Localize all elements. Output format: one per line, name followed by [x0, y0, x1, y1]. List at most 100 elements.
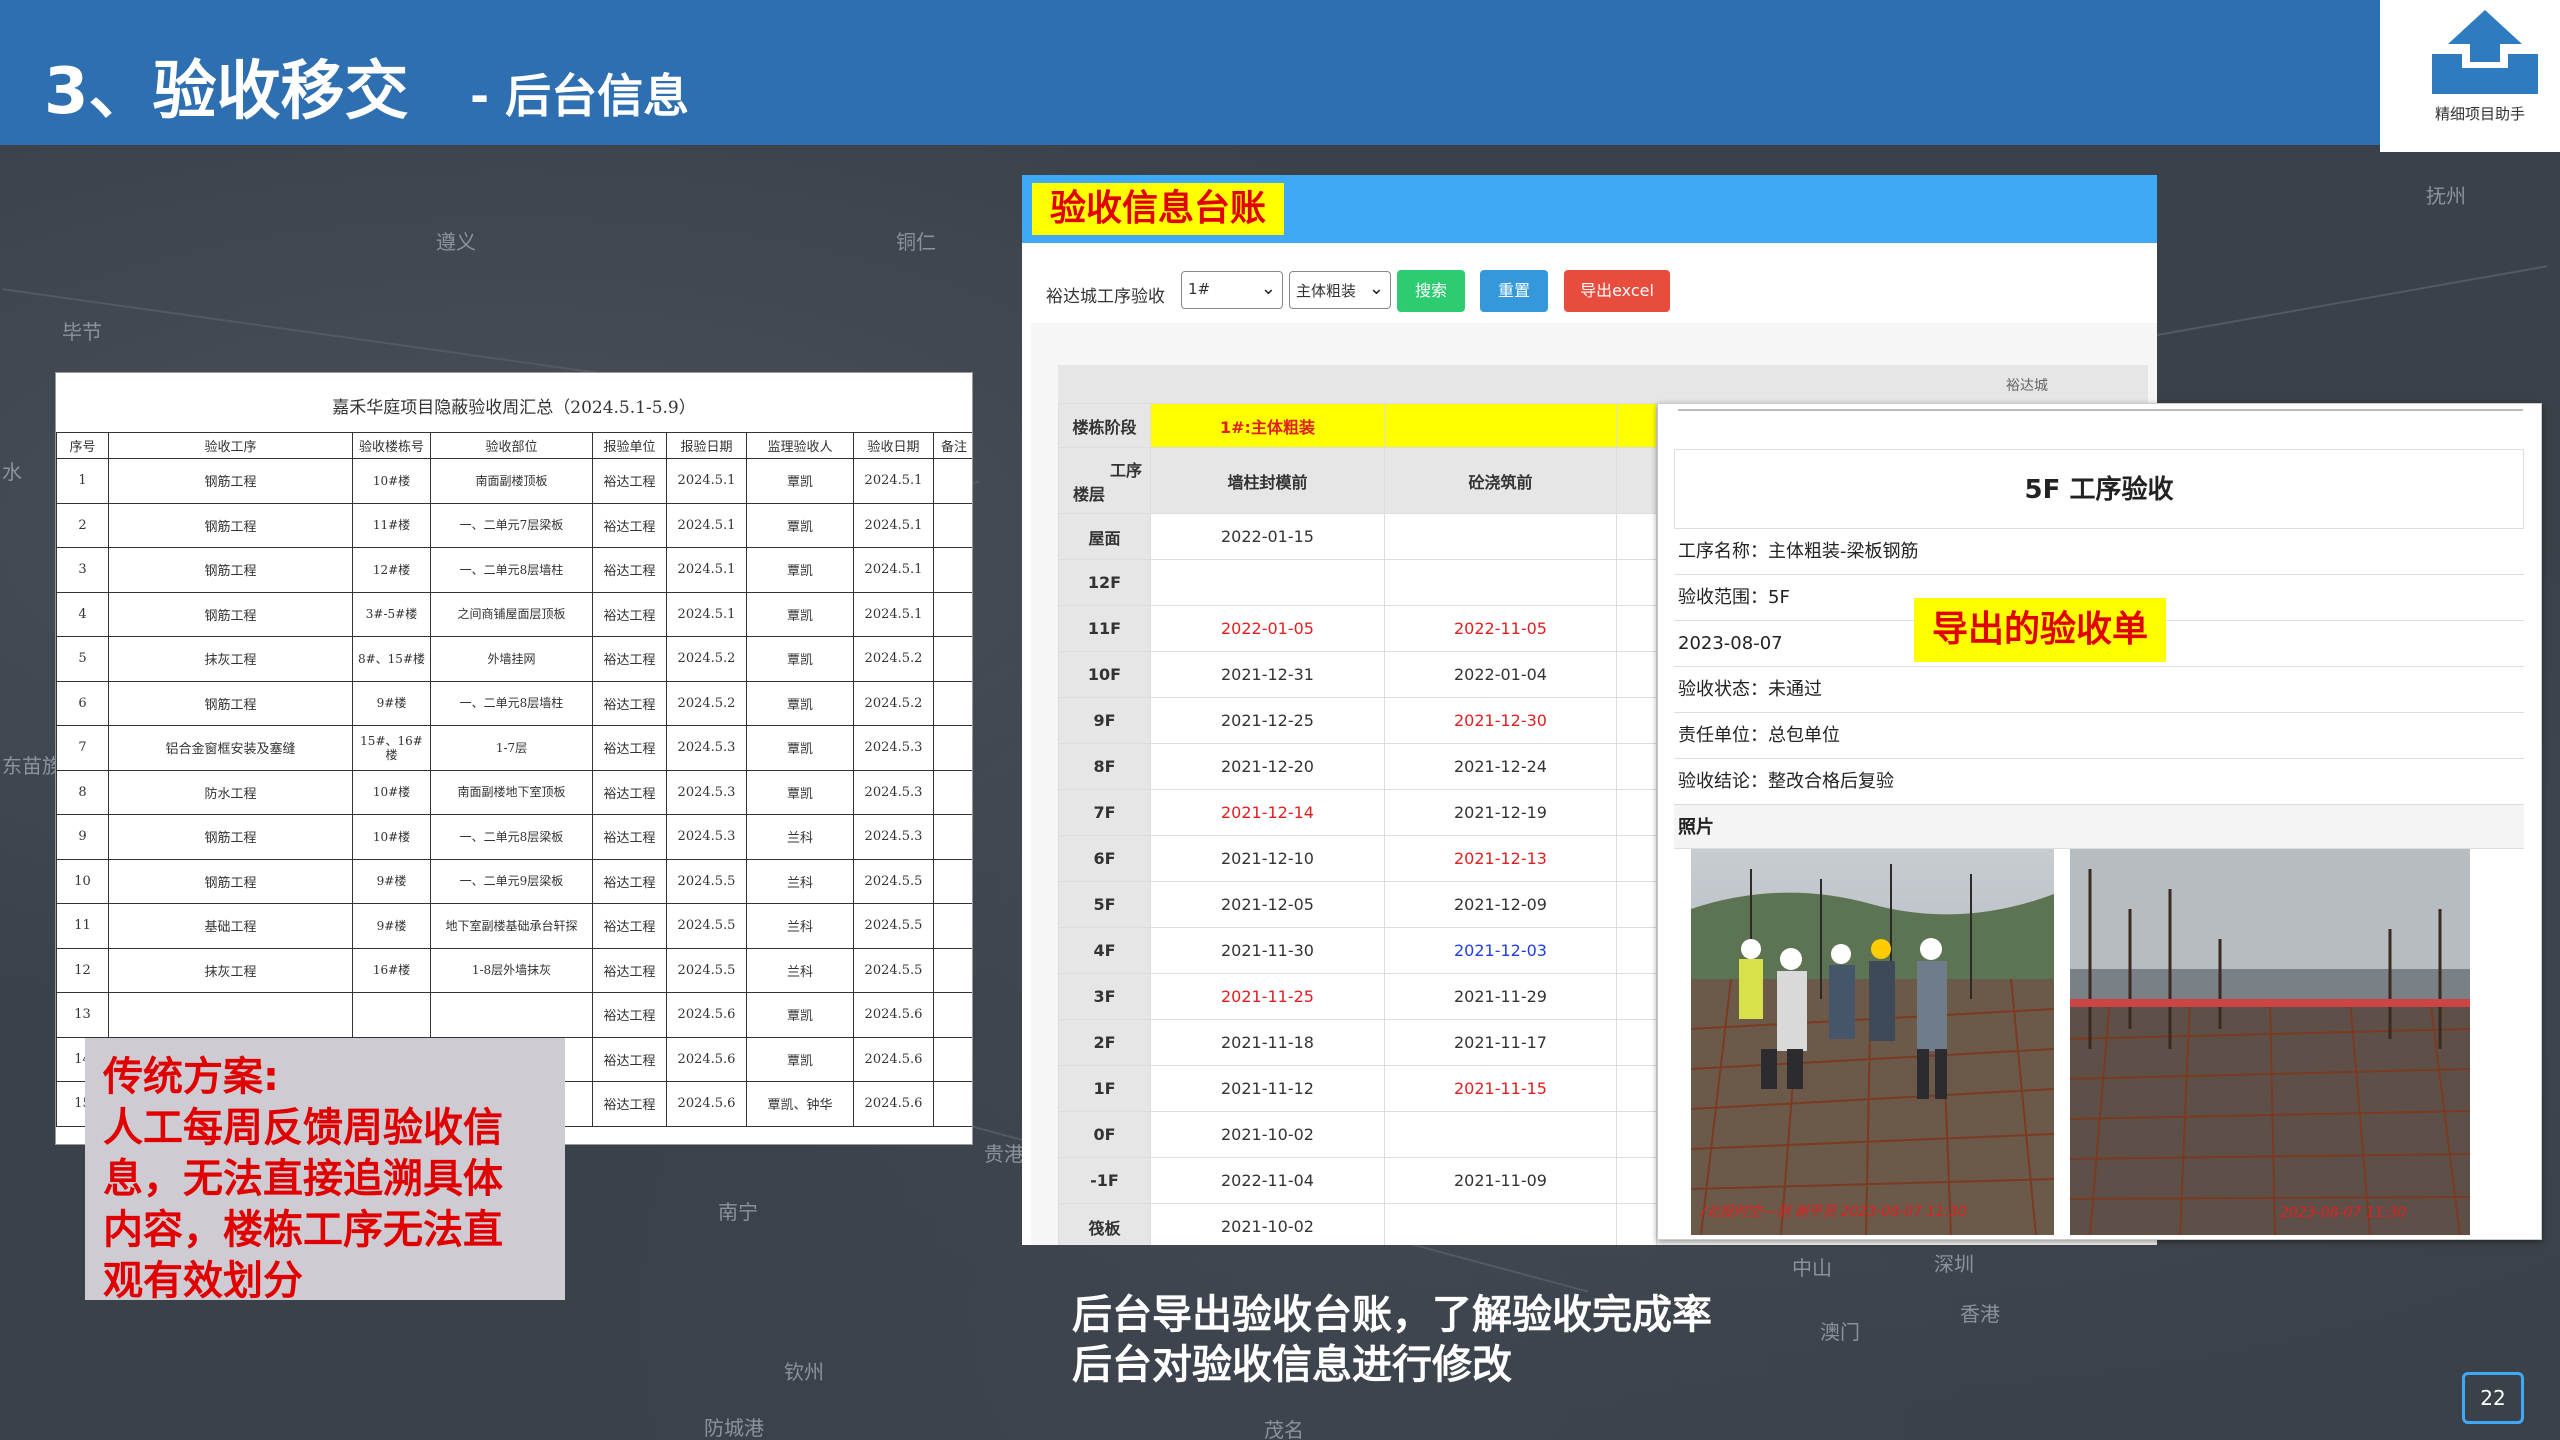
floor-label: 3F [1058, 973, 1151, 1020]
ledger-row: 0F 2021-10-02 [1058, 1111, 1657, 1158]
caption-line: 后台导出验收台账，了解验收完成率 [1072, 1292, 1712, 1338]
date-cell[interactable]: 2021-11-30 [1150, 927, 1385, 974]
table-header-row: 序号 验收工序 验收楼栋号 验收部位 报验单位 报验日期 监理验收人 验收日期 … [56, 432, 972, 459]
table-cell: 一、二单元9层梁板 [430, 858, 593, 904]
date-cell[interactable]: 2021-11-25 [1150, 973, 1385, 1020]
floor-label: 2F [1058, 1019, 1151, 1066]
export-excel-button[interactable]: 导出excel [1564, 270, 1670, 312]
ledger-row: 筏板 2021-10-02 [1058, 1203, 1657, 1245]
date-cell[interactable]: 2022-01-04 [1384, 651, 1617, 698]
date-cell[interactable]: 2021-12-20 [1150, 743, 1385, 790]
date-cell[interactable]: 2021-12-24 [1384, 743, 1617, 790]
site-photo-1[interactable]: /北投时空—测 谢平员 2023-08-07 11:30 [1691, 849, 2054, 1235]
empty-cell [1616, 1111, 1657, 1158]
date-cell[interactable]: 2021-12-30 [1384, 697, 1617, 744]
upload-house-icon [2432, 10, 2538, 94]
date-cell[interactable]: 2022-11-05 [1384, 605, 1617, 652]
date-cell[interactable]: 2021-12-19 [1384, 789, 1617, 836]
table-cell: 2024.5.5 [853, 858, 934, 904]
date-cell[interactable]: 2021-12-05 [1150, 881, 1385, 928]
corner-header: 工序 楼层 [1058, 447, 1151, 514]
date-cell[interactable]: 2021-12-25 [1150, 697, 1385, 744]
date-cell[interactable] [1150, 559, 1385, 606]
table-cell: 覃凯 [746, 502, 854, 548]
table-cell: 覃凯 [746, 725, 854, 771]
date-cell[interactable]: 2021-11-17 [1384, 1019, 1617, 1066]
date-cell[interactable]: 2021-11-12 [1150, 1065, 1385, 1112]
table-cell [933, 1036, 972, 1082]
ledger-row: 2F 2021-11-18 2021-11-17 [1058, 1019, 1657, 1066]
date-cell[interactable] [1384, 559, 1617, 606]
ledger-row: 9F 2021-12-25 2021-12-30 [1058, 697, 1657, 744]
search-button[interactable]: 搜索 [1397, 270, 1465, 312]
map-label: 防城港 [704, 1416, 764, 1440]
page-title: 3、验收移交 [44, 55, 409, 129]
reset-button[interactable]: 重置 [1480, 270, 1548, 312]
date-cell[interactable] [1384, 1111, 1617, 1158]
map-label: 香港 [1960, 1302, 2000, 1326]
table-cell: 8 [56, 769, 109, 815]
table-cell [933, 725, 972, 771]
floor-label: 6F [1058, 835, 1151, 882]
building-select[interactable]: 1# ⌄ [1181, 271, 1283, 309]
date-cell[interactable]: 2021-12-14 [1150, 789, 1385, 836]
date-cell[interactable] [1384, 513, 1617, 560]
stage-row: 楼栋阶段 1#:主体粗装 [1058, 403, 1657, 448]
date-cell[interactable]: 2022-01-05 [1150, 605, 1385, 652]
filter-toolbar: 裕达城工序验收 1# ⌄ 主体粗装 ⌄ 搜索 重置 导出excel [1031, 243, 2157, 323]
site-photo-2[interactable]: 2023-08-07 11:30 [2070, 849, 2470, 1235]
table-body: 1 钢筋工程 10#楼 南面副楼顶板 裕达工程 2024.5.1 覃凯 2024.5.1 2 钢筋… [56, 458, 972, 1127]
table-cell [933, 858, 972, 904]
table-cell [933, 591, 972, 637]
table-cell: 裕达工程 [592, 903, 667, 949]
date-cell[interactable]: 2021-12-09 [1384, 881, 1617, 928]
table-cell: 15#、16#楼 [352, 725, 431, 771]
column-header: 墙柱封模前 [1150, 447, 1385, 514]
logo-text: 精细项目助手 [2435, 105, 2526, 123]
date-cell[interactable]: 2021-10-02 [1150, 1111, 1385, 1158]
table-cell: 13 [56, 992, 109, 1038]
date-cell[interactable]: 2021-12-10 [1150, 835, 1385, 882]
empty-cell [1616, 927, 1657, 974]
table-cell: 2024.5.3 [666, 725, 747, 771]
date-cell[interactable]: 2022-01-15 [1150, 513, 1385, 560]
table-cell: 钢筋工程 [108, 814, 353, 860]
floor-label: 1F [1058, 1065, 1151, 1112]
table-cell [352, 992, 431, 1038]
table-cell: 2024.5.6 [666, 1081, 747, 1127]
table-cell: 裕达工程 [592, 591, 667, 637]
date-cell[interactable]: 2021-11-09 [1384, 1157, 1617, 1204]
date-cell[interactable] [1384, 1203, 1617, 1245]
chevron-down-icon: ⌄ [1260, 278, 1276, 299]
table-cell: 3#-5#楼 [352, 591, 431, 637]
traditional-approach-note: 传统方案: 人工每周反馈周验收信 息，无法直接追溯具体 内容，楼栋工序无法直 观… [85, 1038, 565, 1304]
floor-label: 10F [1058, 651, 1151, 698]
floor-label: 9F [1058, 697, 1151, 744]
table-cell: 2024.5.6 [853, 1036, 934, 1082]
stage-value: 1#:主体粗装 [1150, 403, 1385, 448]
table-cell: 裕达工程 [592, 725, 667, 771]
phase-select[interactable]: 主体粗装 ⌄ [1289, 271, 1391, 309]
table-cell: 钢筋工程 [108, 547, 353, 593]
corner-bottom: 楼层 [1073, 484, 1106, 504]
note-line: 息，无法直接追溯具体 [103, 1156, 503, 1202]
date-cell[interactable]: 2022-11-04 [1150, 1157, 1385, 1204]
date-cell[interactable]: 2021-11-15 [1384, 1065, 1617, 1112]
map-label: 深圳 [1934, 1252, 1974, 1276]
form-title: 5F 工序验收 [1674, 449, 2524, 529]
table-cell: 裕达工程 [592, 1036, 667, 1082]
date-cell[interactable]: 2021-12-13 [1384, 835, 1617, 882]
exported-form-label: 导出的验收单 [1914, 598, 2167, 662]
date-cell[interactable]: 2021-11-18 [1150, 1019, 1385, 1066]
date-cell[interactable]: 2021-10-02 [1150, 1203, 1385, 1245]
date-cell[interactable]: 2021-11-29 [1384, 973, 1617, 1020]
weekly-summary-document: 嘉禾华庭项目隐蔽验收周汇总（2024.5.1-5.9） 序号 验收工序 验收楼栋… [55, 372, 973, 1145]
date-cell[interactable]: 2021-12-03 [1384, 927, 1617, 974]
table-cell: 2024.5.1 [853, 502, 934, 548]
map-label: 贵港 [984, 1142, 1024, 1166]
table-cell: 抹灰工程 [108, 947, 353, 993]
date-cell[interactable]: 2021-12-31 [1150, 651, 1385, 698]
corner-top: 工序 [1109, 460, 1142, 480]
table-cell: 2024.5.5 [666, 858, 747, 904]
table-cell: 11#楼 [352, 502, 431, 548]
